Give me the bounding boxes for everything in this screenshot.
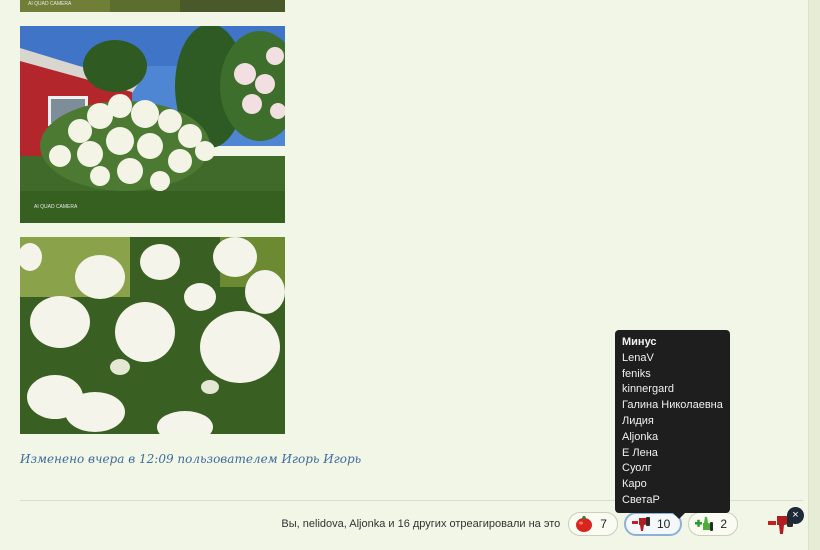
tooltip-title: Минус (622, 336, 657, 348)
tooltip-user[interactable]: Е Лена (615, 446, 730, 462)
reaction-plus-button[interactable]: 2 (688, 512, 738, 536)
reaction-count: 7 (600, 517, 607, 531)
reaction-bar: Вы, nelidova, Aljonka и 16 других отреаг… (281, 512, 738, 536)
thumbs-down-minus-icon (631, 515, 651, 533)
reaction-tomato-button[interactable]: 7 (568, 512, 618, 536)
tooltip-user[interactable]: СветаР (615, 493, 730, 509)
tooltip-user[interactable]: Суолг (615, 461, 730, 477)
tooltip-user[interactable]: feniks (615, 367, 730, 383)
thumbs-up-plus-icon (694, 515, 714, 533)
reaction-count: 2 (720, 517, 727, 531)
tooltip-user[interactable]: Лидия (615, 414, 730, 430)
post-content: AI QUAD CAMERA AI QUAD CAMERA Изменено в… (0, 0, 808, 550)
close-icon[interactable]: × (787, 507, 804, 524)
tooltip-user[interactable]: Галина Николаевна (615, 398, 730, 414)
post-photo-top-cropped[interactable]: AI QUAD CAMERA (20, 0, 285, 12)
tooltip-user[interactable]: Aljonka (615, 430, 730, 446)
photo-watermark: AI QUAD CAMERA (28, 1, 72, 7)
post-photo-hydrangea-closeup[interactable] (20, 237, 285, 434)
post-photo-hydrangea-house[interactable]: AI QUAD CAMERA (20, 26, 285, 223)
photo-watermark: AI QUAD CAMERA (34, 204, 78, 210)
edited-notice: Изменено вчера в 12:09 пользователем Иго… (20, 452, 361, 466)
tooltip-user[interactable]: kinnergard (615, 382, 730, 398)
editor-user-link[interactable]: Игорь Игорь (281, 452, 361, 466)
reaction-count: 10 (656, 517, 671, 531)
reaction-users-tooltip: Минус LenaV feniks kinnergard Галина Ник… (615, 330, 730, 519)
edited-notice-text: Изменено вчера в 12:09 пользователем (20, 452, 282, 466)
tomato-icon (574, 515, 594, 533)
tooltip-user[interactable]: Каро (615, 477, 730, 493)
tooltip-user[interactable]: LenaV (615, 351, 730, 367)
page-right-border (808, 0, 820, 550)
reaction-summary-link[interactable]: Вы, nelidova, Aljonka и 16 других отреаг… (281, 518, 560, 530)
